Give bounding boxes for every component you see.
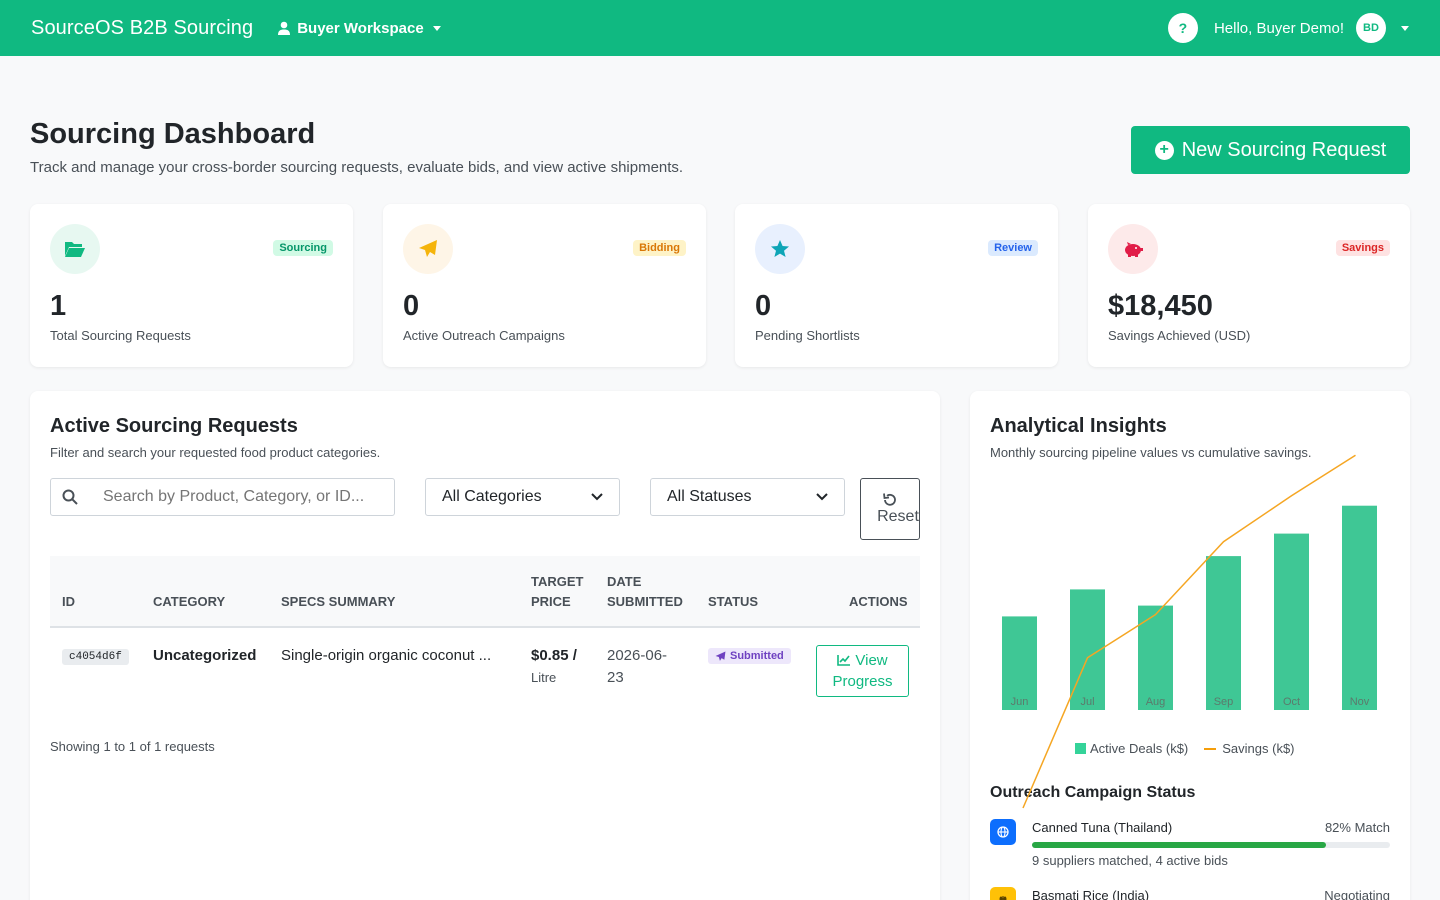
paper-plane-icon <box>403 224 453 274</box>
stat-label: Savings Achieved (USD) <box>1108 328 1251 343</box>
stat-value: 0 <box>403 290 420 322</box>
progress-label: Progress <box>832 673 893 690</box>
request-date-2: 23 <box>607 669 624 686</box>
campaign-progress-track <box>1032 842 1390 848</box>
requests-title: Active Sourcing Requests <box>50 415 298 437</box>
view-label: View <box>855 652 888 669</box>
view-progress-button[interactable]: View Progress <box>816 645 909 697</box>
user-menu-caret-icon[interactable] <box>1401 25 1409 31</box>
new-request-label: New Sourcing Request <box>1181 138 1387 161</box>
campaign-desc: 9 suppliers matched, 4 active bids <box>1032 853 1228 868</box>
status-select[interactable]: All Statuses <box>650 478 845 516</box>
campaign-name[interactable]: Canned Tuna (Thailand) <box>1032 820 1172 835</box>
legend-savings[interactable]: Savings (k$) <box>1204 741 1295 756</box>
col-target-price-2[interactable]: PRICE <box>531 592 571 612</box>
stat-badge: Sourcing <box>273 240 333 256</box>
request-id: c4054d6f <box>62 649 129 665</box>
insights-title: Analytical Insights <box>990 415 1167 437</box>
reset-button[interactable]: Reset <box>860 478 920 540</box>
col-status[interactable]: STATUS <box>708 592 758 612</box>
stat-card-sourcing: Sourcing 1 Total Sourcing Requests <box>30 204 353 367</box>
col-category[interactable]: CATEGORY <box>153 592 225 612</box>
col-date-1[interactable]: DATE <box>607 572 641 592</box>
paper-plane-icon <box>715 651 726 661</box>
campaign-name[interactable]: Basmati Rice (India) <box>1032 888 1149 900</box>
chart-line-icon <box>837 655 851 666</box>
status-badge: Submitted <box>708 648 791 664</box>
stat-value: $18,450 <box>1108 290 1213 322</box>
category-select-value: All Categories <box>442 488 542 505</box>
col-specs[interactable]: SPECS SUMMARY <box>281 592 395 612</box>
request-category: Uncategorized <box>153 647 257 664</box>
request-date-1: 2026-06- <box>607 647 668 664</box>
col-target-price-1[interactable]: TARGET <box>531 572 583 592</box>
legend-deals-label: Active Deals (k$) <box>1090 741 1189 756</box>
page-subtitle: Track and manage your cross-border sourc… <box>30 159 684 176</box>
avatar[interactable]: BD <box>1356 13 1386 43</box>
navbar: SourceOS B2B Sourcing Buyer Workspace ? … <box>0 0 1440 56</box>
stat-value: 1 <box>50 290 67 322</box>
stat-value: 0 <box>755 290 772 322</box>
globe-icon <box>990 819 1016 845</box>
stat-card-bidding: Bidding 0 Active Outreach Campaigns <box>383 204 706 367</box>
new-sourcing-request-button[interactable]: + New Sourcing Request <box>1131 126 1410 174</box>
category-select[interactable]: All Categories <box>425 478 620 516</box>
piggy-bank-icon <box>1108 224 1158 274</box>
campaign-value: Negotiating <box>1324 888 1390 900</box>
search-box <box>50 478 395 516</box>
request-price-unit: Litre <box>531 670 557 685</box>
outreach-title: Outreach Campaign Status <box>990 784 1196 801</box>
brand-logo[interactable]: SourceOS B2B Sourcing <box>31 17 253 40</box>
chevron-down-icon <box>816 493 828 501</box>
stat-card-review: Review 0 Pending Shortlists <box>735 204 1058 367</box>
help-button[interactable]: ? <box>1167 13 1198 43</box>
folder-open-icon <box>50 224 100 274</box>
campaign-value: 82% Match <box>1324 820 1390 835</box>
pagination-info: Showing 1 to 1 of 1 requests <box>50 739 215 754</box>
request-specs: Single-origin organic coconut ... <box>281 647 492 664</box>
stat-badge: Bidding <box>633 240 686 256</box>
legend-savings-swatch <box>1204 748 1217 750</box>
request-price: $0.85 / <box>531 647 577 664</box>
legend-deals-swatch <box>1075 743 1086 754</box>
status-select-value: All Statuses <box>667 488 752 505</box>
caret-down-icon <box>432 25 441 31</box>
stat-card-savings: Savings $18,450 Savings Achieved (USD) <box>1088 204 1410 367</box>
chart-legend: Active Deals (k$) Savings (k$) <box>1075 741 1295 756</box>
stat-label: Active Outreach Campaigns <box>403 328 565 343</box>
insights-subtitle: Monthly sourcing pipeline values vs cumu… <box>990 445 1312 460</box>
user-icon <box>278 21 291 35</box>
stat-label: Pending Shortlists <box>755 328 860 343</box>
table-header: ID CATEGORY SPECS SUMMARY TARGET PRICE D… <box>50 556 920 628</box>
plus-circle-icon: + <box>1154 140 1174 160</box>
requests-subtitle: Filter and search your requested food pr… <box>50 445 381 460</box>
search-icon <box>51 489 89 505</box>
col-id[interactable]: ID <box>62 592 75 612</box>
page-title: Sourcing Dashboard <box>30 118 316 150</box>
stat-badge: Savings <box>1335 240 1390 256</box>
workspace-label: Buyer Workspace <box>297 19 424 37</box>
stat-badge: Review <box>988 240 1038 256</box>
insights-panel: Analytical Insights Monthly sourcing pip… <box>970 391 1410 900</box>
workspace-dropdown[interactable]: Buyer Workspace <box>277 19 441 37</box>
col-actions: ACTIONS <box>849 594 908 609</box>
campaign-progress-fill <box>1032 842 1326 848</box>
star-icon <box>755 224 805 274</box>
user-greeting[interactable]: Hello, Buyer Demo! <box>1214 20 1344 37</box>
reset-label: Reset <box>877 508 919 525</box>
stat-label: Total Sourcing Requests <box>50 328 191 343</box>
status-label: Submitted <box>730 650 784 662</box>
legend-deals[interactable]: Active Deals (k$) <box>1075 741 1188 756</box>
search-input[interactable] <box>103 488 383 506</box>
requests-panel: Active Sourcing Requests Filter and sear… <box>30 391 940 900</box>
wheat-icon <box>990 887 1016 900</box>
chevron-down-icon <box>591 493 603 501</box>
col-date-2[interactable]: SUBMITTED <box>607 592 683 612</box>
legend-savings-label: Savings (k$) <box>1222 741 1295 756</box>
undo-icon <box>883 493 896 506</box>
